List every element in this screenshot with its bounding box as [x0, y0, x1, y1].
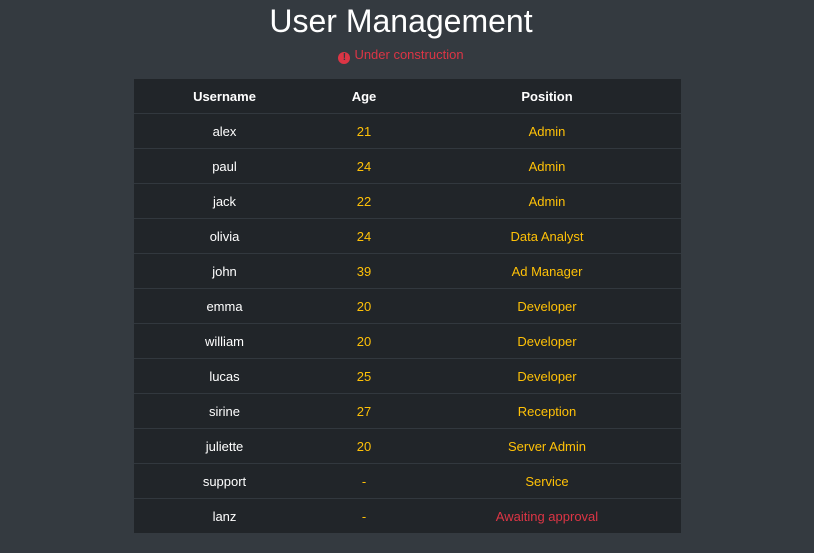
cell-age: 20 [315, 323, 413, 359]
cell-position: Reception [413, 393, 681, 429]
users-table: Username Age Position alex 21 Admin paul 24 A… [134, 79, 681, 533]
table-row: alex 21 Admin [134, 113, 681, 149]
cell-position: Awaiting approval [413, 498, 681, 533]
construction-notice-text: Under construction [354, 47, 464, 62]
cell-username: jack [134, 183, 315, 219]
exclamation-circle-icon: ! [338, 52, 351, 64]
construction-notice: ! Under construction [0, 47, 802, 64]
cell-age: 25 [315, 358, 413, 394]
cell-position: Developer [413, 358, 681, 394]
table-row: jack 22 Admin [134, 183, 681, 219]
cell-username: olivia [134, 218, 315, 254]
cell-age: 20 [315, 288, 413, 324]
table-row: sirine 27 Reception [134, 393, 681, 429]
cell-age: - [315, 463, 413, 499]
table-row: emma 20 Developer [134, 288, 681, 324]
cell-age: 21 [315, 113, 413, 149]
table-row: lucas 25 Developer [134, 358, 681, 394]
cell-username: lanz [134, 498, 315, 533]
cell-username: support [134, 463, 315, 499]
cell-position: Server Admin [413, 428, 681, 464]
table-header-row: Username Age Position [134, 79, 681, 114]
cell-position: Ad Manager [413, 253, 681, 289]
table-row: john 39 Ad Manager [134, 253, 681, 289]
cell-username: sirine [134, 393, 315, 429]
cell-username: william [134, 323, 315, 359]
cell-username: paul [134, 148, 315, 184]
cell-position: Admin [413, 113, 681, 149]
page: User Management ! Under construction User… [0, 0, 814, 553]
cell-username: alex [134, 113, 315, 149]
cell-age: 22 [315, 183, 413, 219]
cell-username: john [134, 253, 315, 289]
column-header-age: Age [315, 79, 413, 114]
table-row: support - Service [134, 463, 681, 499]
cell-age: 39 [315, 253, 413, 289]
cell-position: Admin [413, 148, 681, 184]
cell-age: - [315, 498, 413, 533]
cell-age: 24 [315, 148, 413, 184]
cell-position: Service [413, 463, 681, 499]
column-header-username: Username [134, 79, 315, 114]
cell-age: 24 [315, 218, 413, 254]
table-row: william 20 Developer [134, 323, 681, 359]
cell-position: Developer [413, 323, 681, 359]
table-row: paul 24 Admin [134, 148, 681, 184]
cell-age: 27 [315, 393, 413, 429]
table-row: olivia 24 Data Analyst [134, 218, 681, 254]
column-header-position: Position [413, 79, 681, 114]
cell-username: lucas [134, 358, 315, 394]
cell-username: juliette [134, 428, 315, 464]
cell-position: Data Analyst [413, 218, 681, 254]
table-row: lanz - Awaiting approval [134, 498, 681, 533]
cell-position: Admin [413, 183, 681, 219]
table-row: juliette 20 Server Admin [134, 428, 681, 464]
users-table-body: alex 21 Admin paul 24 Admin jack 22 Admin olivia 2… [134, 113, 681, 533]
cell-position: Developer [413, 288, 681, 324]
cell-age: 20 [315, 428, 413, 464]
page-title: User Management [269, 3, 533, 39]
cell-username: emma [134, 288, 315, 324]
